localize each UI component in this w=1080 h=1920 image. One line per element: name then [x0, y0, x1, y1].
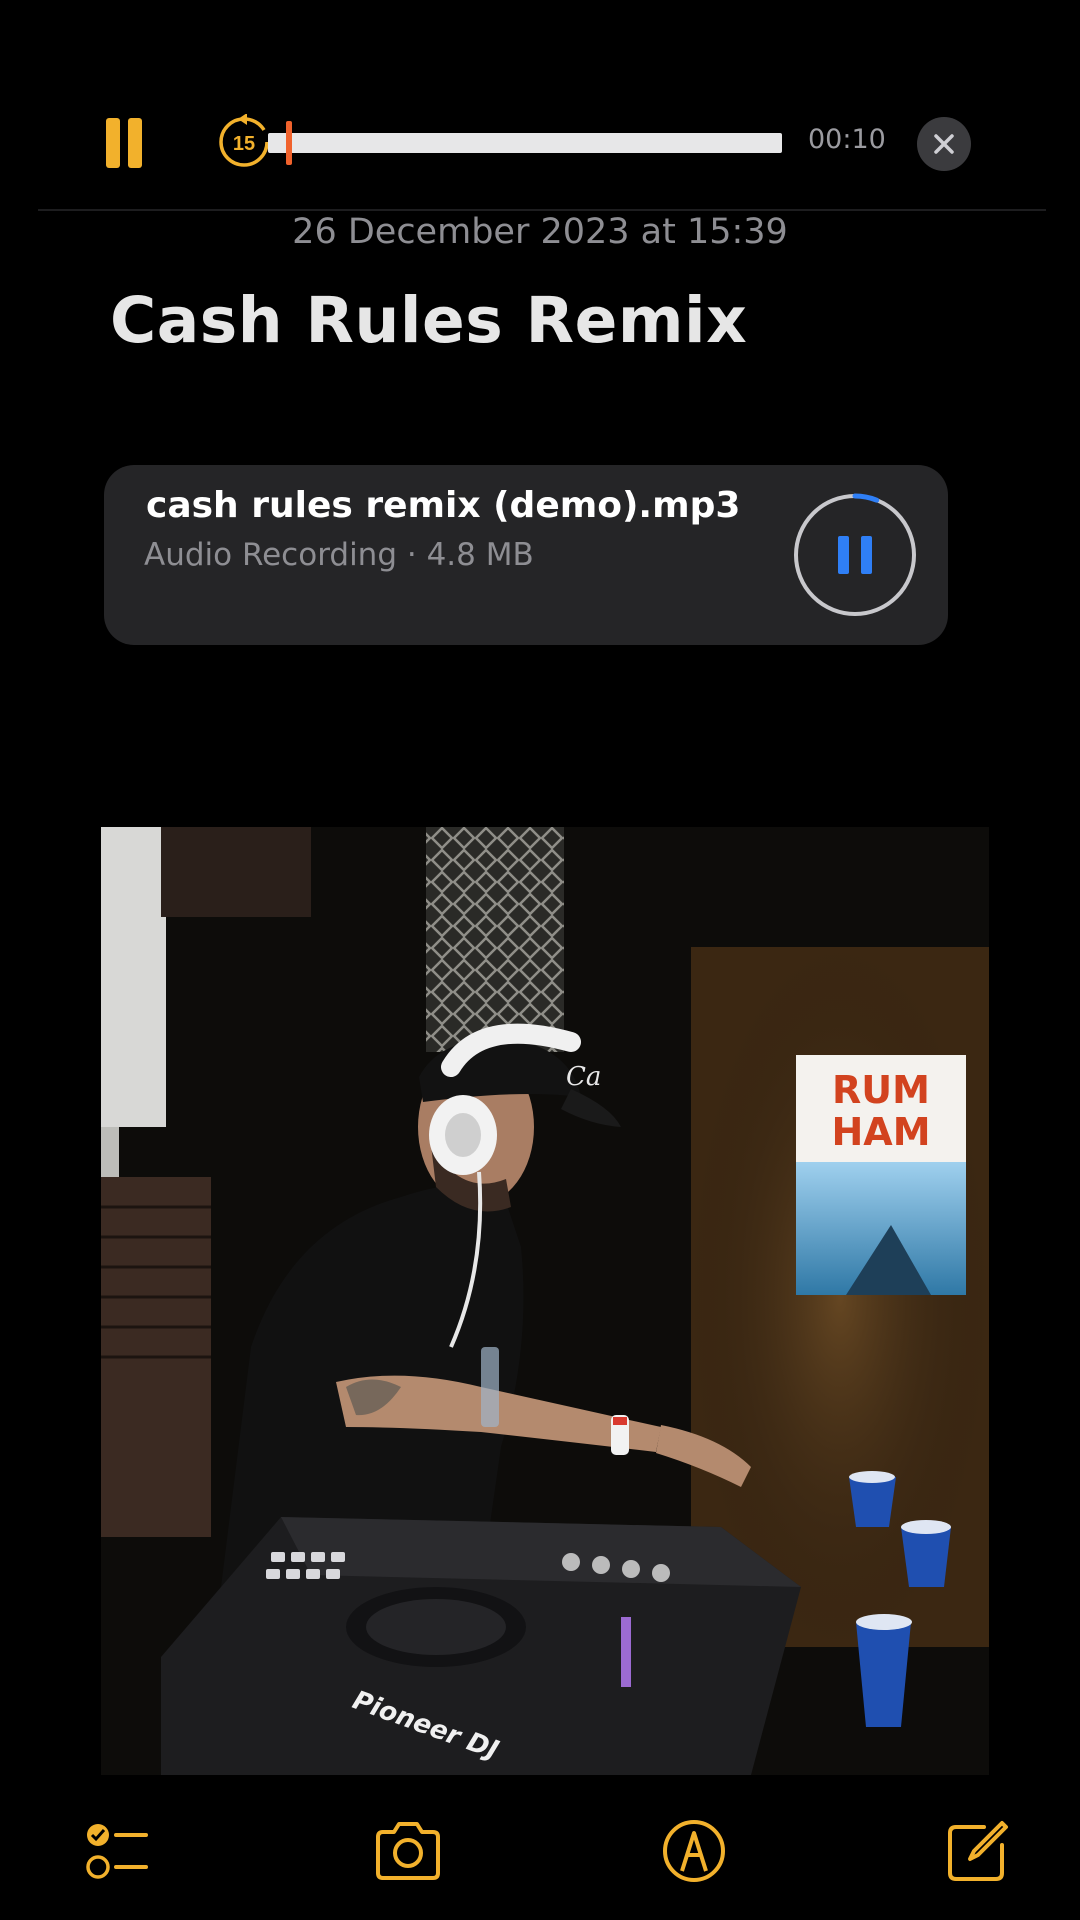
- note-title[interactable]: Cash Rules Remix: [110, 284, 747, 357]
- dj-photo: RUM HAM Ca Pioneer DJ: [101, 827, 989, 1775]
- elapsed-time: 00:10: [808, 124, 886, 155]
- skip-back-label: 15: [233, 133, 255, 155]
- close-player-button[interactable]: [917, 117, 971, 171]
- poster-text-ham: HAM: [831, 1110, 930, 1154]
- scrubber-track: [268, 133, 782, 153]
- attachment-pause-button[interactable]: [792, 492, 918, 618]
- skip-back-icon: 15: [219, 113, 269, 167]
- pause-icon: [106, 118, 120, 168]
- pause-icon-bar: [128, 118, 142, 168]
- compose-button[interactable]: [940, 1815, 1012, 1887]
- scrubber-playhead[interactable]: [285, 121, 292, 165]
- close-icon: [934, 134, 954, 154]
- playback-scrubber[interactable]: [268, 121, 782, 165]
- photo-attachment[interactable]: RUM HAM Ca Pioneer DJ: [101, 827, 989, 1775]
- poster-text-rum: RUM: [832, 1068, 930, 1112]
- pause-icon: [838, 536, 849, 574]
- note-screen: 15 00:10 26 December 2023 at 15:39 Cash …: [0, 0, 1080, 1920]
- note-date: 26 December 2023 at 15:39: [292, 212, 788, 252]
- svg-text:Ca: Ca: [566, 1062, 601, 1092]
- pause-button[interactable]: [104, 118, 144, 168]
- divider: [38, 209, 1046, 211]
- camera-button[interactable]: [372, 1815, 444, 1887]
- attachment-meta: Audio Recording · 4.8 MB: [144, 537, 534, 573]
- markup-button[interactable]: [658, 1815, 730, 1887]
- checklist-icon: [86, 1824, 148, 1879]
- camera-icon: [376, 1822, 440, 1880]
- markup-icon: [663, 1820, 725, 1882]
- audio-attachment-card[interactable]: cash rules remix (demo).mp3 Audio Record…: [104, 465, 948, 645]
- attachment-file-name: cash rules remix (demo).mp3: [146, 485, 741, 526]
- progress-ring-icon: [794, 493, 916, 616]
- dj-controller: Pioneer DJ: [161, 1517, 801, 1775]
- checklist-button[interactable]: [80, 1815, 152, 1887]
- audio-player-bar: 15 00:10: [0, 0, 1080, 212]
- rum-ham-poster: RUM HAM: [796, 1055, 966, 1295]
- compose-icon: [948, 1821, 1008, 1881]
- skip-back-15-button[interactable]: 15: [216, 113, 272, 170]
